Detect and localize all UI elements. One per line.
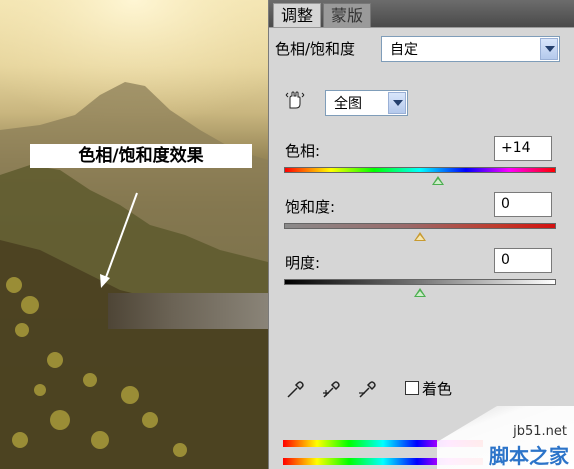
chevron-down-icon bbox=[540, 38, 558, 60]
effect-callout-label: 色相/饱和度效果 bbox=[30, 144, 252, 168]
preset-label: 色相/饱和度 bbox=[275, 40, 356, 58]
eyedropper-icon[interactable] bbox=[285, 378, 307, 400]
tab-adjustments[interactable]: 调整 bbox=[273, 3, 321, 27]
panel-tab-bar: 调整 蒙版 bbox=[269, 0, 574, 27]
watermark-site-name: 脚本之家 bbox=[489, 444, 569, 468]
tab-masks[interactable]: 蒙版 bbox=[323, 3, 371, 27]
colorize-label: 着色 bbox=[422, 380, 453, 398]
chevron-down-icon bbox=[388, 92, 406, 114]
colorize-checkbox[interactable] bbox=[405, 381, 419, 395]
eyedropper-plus-icon[interactable] bbox=[321, 378, 343, 400]
channel-dropdown[interactable]: 全图 bbox=[325, 90, 408, 116]
hue-slider-track[interactable] bbox=[284, 167, 556, 173]
lightness-slider-thumb[interactable] bbox=[414, 288, 426, 297]
mountain-landscape bbox=[0, 0, 268, 469]
channel-value: 全图 bbox=[334, 96, 362, 112]
preset-value: 自定 bbox=[390, 42, 418, 58]
eyedropper-minus-icon[interactable] bbox=[357, 378, 379, 400]
watermark-url: jb51.net bbox=[513, 424, 567, 439]
overlay-strip bbox=[108, 293, 268, 329]
saturation-slider-track[interactable] bbox=[284, 223, 556, 229]
lightness-label: 明度: bbox=[285, 254, 321, 272]
hue-label: 色相: bbox=[285, 142, 321, 160]
lightness-slider-track[interactable] bbox=[284, 279, 556, 285]
adjustments-panel: 调整 蒙版 色相/饱和度 自定 全图 色相: +14 饱和度: 0 明度: 0 … bbox=[268, 0, 574, 469]
preview-photo: 色相/饱和度效果 bbox=[0, 0, 268, 469]
hue-slider-thumb[interactable] bbox=[432, 176, 444, 185]
hue-input[interactable]: +14 bbox=[494, 136, 552, 161]
preset-dropdown[interactable]: 自定 bbox=[381, 36, 560, 62]
watermark-corner bbox=[437, 406, 497, 442]
saturation-label: 饱和度: bbox=[285, 198, 336, 216]
divider bbox=[269, 27, 574, 28]
lightness-input[interactable]: 0 bbox=[494, 248, 552, 273]
site-watermark: jb51.net 脚本之家 bbox=[437, 406, 574, 469]
saturation-slider-thumb[interactable] bbox=[414, 232, 426, 241]
saturation-input[interactable]: 0 bbox=[494, 192, 552, 217]
hand-adjust-icon[interactable] bbox=[285, 90, 305, 110]
